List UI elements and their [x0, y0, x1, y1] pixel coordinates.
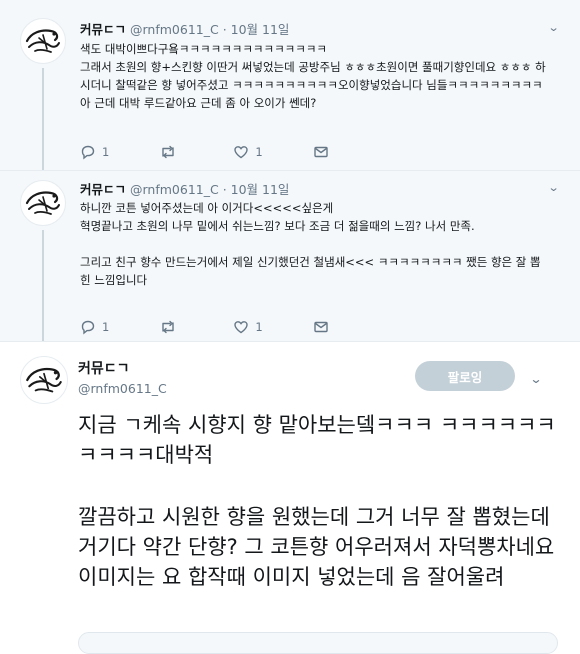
retweet-icon: [162, 145, 175, 159]
tweet-header: 커뮤ㄷㄱ @rnfm0611_C · 10월 11일: [80, 179, 289, 198]
thread-tweet-2[interactable]: 커뮤ㄷㄱ @rnfm0611_C · 10월 11일 ⌄ 하니깐 코튼 넣어주셨…: [0, 171, 580, 341]
profile-logo-icon: [25, 29, 61, 54]
display-name[interactable]: 커뮤ㄷㄱ: [80, 182, 126, 197]
chevron-down-icon[interactable]: ⌄: [529, 372, 542, 386]
handle[interactable]: @rnfm0611_C: [130, 22, 219, 37]
thread-tweet-1[interactable]: 커뮤ㄷㄱ @rnfm0611_C · 10월 11일 ⌄ 색도 대박이쁘다구욬ㅋ…: [0, 0, 580, 170]
profile-logo-icon: [26, 367, 62, 393]
reply-button[interactable]: 1: [80, 319, 109, 335]
avatar[interactable]: [20, 18, 66, 64]
reply-button[interactable]: 1: [80, 144, 109, 160]
tweet-actions: 1 1: [80, 143, 385, 161]
retweet-button[interactable]: [159, 319, 183, 335]
tweet-header: 커뮤ㄷㄱ @rnfm0611_C · 10월 11일: [80, 19, 289, 38]
thread-line: [42, 230, 44, 341]
direct-message-button[interactable]: [313, 144, 335, 160]
reply-count: 1: [102, 320, 110, 334]
direct-message-button[interactable]: [313, 319, 335, 335]
envelope-icon: [313, 146, 328, 158]
thread-line: [42, 68, 44, 170]
retweet-icon: [162, 320, 175, 334]
following-button[interactable]: 팔로잉: [415, 361, 515, 391]
like-button[interactable]: 1: [233, 144, 263, 160]
display-name[interactable]: 커뮤ㄷㄱ: [80, 22, 126, 37]
like-count: 1: [255, 320, 263, 334]
avatar[interactable]: [20, 180, 66, 226]
tweet-text: 하니깐 코튼 넣어주셨는데 아 이거다<<<<<싶은게 혁명끝나고 초원의 나무…: [80, 201, 541, 287]
media-card[interactable]: [78, 632, 558, 654]
tweet-actions: 1 1: [80, 318, 385, 336]
reply-count: 1: [102, 145, 110, 159]
heart-icon: [234, 321, 249, 334]
display-name[interactable]: 커뮤ㄷㄱ: [78, 358, 130, 378]
chevron-down-icon[interactable]: ⌄: [547, 181, 559, 194]
handle[interactable]: @rnfm0611_C: [78, 381, 167, 396]
divider: [0, 341, 580, 342]
chevron-down-icon[interactable]: ⌄: [547, 21, 559, 34]
avatar[interactable]: [20, 356, 68, 404]
like-count: 1: [255, 145, 263, 159]
envelope-icon: [313, 321, 328, 333]
heart-icon: [234, 146, 249, 159]
handle[interactable]: @rnfm0611_C: [130, 182, 219, 197]
tweet-text: 색도 대박이쁘다구욬ㅋㅋㅋㅋㅋㅋㅋㅋㅋㅋㅋㅋㅋㅋ 그래서 초원의 향+스킨향 이…: [80, 42, 546, 110]
reply-icon: [81, 320, 95, 335]
main-tweet-text-2: 깔끔하고 시원한 향을 원했는데 그거 너무 잘 뽑혔는데 거기다 약간 단향?…: [78, 505, 561, 589]
profile-logo-icon: [25, 191, 61, 216]
retweet-button[interactable]: [159, 144, 183, 160]
like-button[interactable]: 1: [233, 319, 263, 335]
reply-icon: [81, 145, 95, 160]
main-tweet-text-1: 지금 ㄱ케속 시향지 향 맡아보는뎈ㅋㅋㅋ ㅋㅋㅋㅋㅋㅋㅋㅋㅋㅋ대박적: [78, 413, 556, 467]
timestamp[interactable]: · 10월 11일: [223, 182, 290, 197]
timestamp[interactable]: · 10월 11일: [223, 22, 290, 37]
